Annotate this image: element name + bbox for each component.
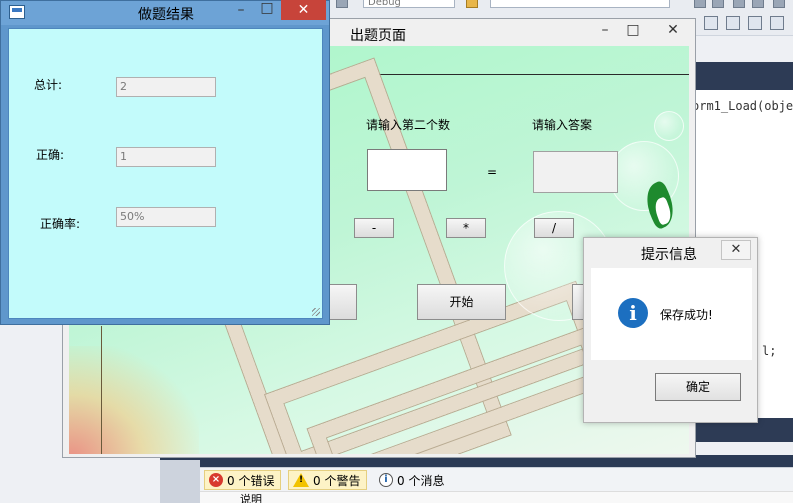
errors-filter[interactable]: × 0 个错误: [204, 470, 282, 490]
warnings-filter[interactable]: ! 0 个警告: [288, 470, 368, 490]
second-number-input[interactable]: [367, 149, 447, 191]
code-line: orm1_Load(object: [692, 99, 793, 113]
rate-label: 正确率:: [40, 217, 81, 231]
toolbar-icon[interactable]: [752, 0, 764, 8]
multiply-button[interactable]: *: [446, 218, 486, 238]
uncomment-icon[interactable]: [770, 16, 784, 30]
total-label: 总计:: [34, 78, 63, 92]
error-icon: ×: [209, 473, 223, 487]
info-icon: i: [618, 298, 648, 328]
decor-line: [101, 326, 102, 454]
answer-label: 请输入答案: [532, 118, 593, 132]
decor-bubble: [654, 111, 684, 141]
dialog-message: 保存成功!: [660, 308, 713, 322]
correct-value-field[interactable]: 1: [116, 147, 216, 167]
close-button[interactable]: ✕: [281, 0, 326, 20]
column-description[interactable]: 说明: [240, 491, 262, 503]
folder-icon[interactable]: [466, 0, 478, 8]
result-window-title: 做题结果: [138, 7, 194, 23]
rate-value-field[interactable]: 50%: [116, 207, 216, 227]
config-combo[interactable]: Debug: [363, 0, 455, 8]
minimize-button[interactable]: –: [591, 19, 619, 41]
divide-button[interactable]: /: [534, 218, 574, 238]
toolbar-icon[interactable]: [694, 0, 706, 8]
toolbar-icon[interactable]: [336, 0, 348, 8]
messages-filter[interactable]: i 0 个消息: [374, 470, 451, 490]
message-dialog: 提示信息 ✕ i 保存成功! 确定: [583, 237, 758, 423]
correct-label: 正确:: [36, 148, 65, 162]
maximize-button[interactable]: □: [253, 0, 281, 19]
second-number-label: 请输入第二个数: [366, 118, 451, 132]
result-titlebar[interactable]: 做题结果 – □ ✕: [1, 0, 329, 25]
panel-side-strip: [160, 460, 200, 503]
close-button[interactable]: ✕: [653, 19, 693, 41]
indent-icon[interactable]: [704, 16, 718, 30]
minimize-button[interactable]: –: [227, 0, 255, 21]
start-button[interactable]: 开始: [417, 284, 506, 320]
maximize-button[interactable]: □: [619, 19, 647, 41]
answer-input[interactable]: [533, 151, 618, 193]
error-list-toolbar: × 0 个错误 ! 0 个警告 i 0 个消息: [200, 467, 793, 491]
editor-tab-strip: [688, 62, 793, 90]
outdent-icon[interactable]: [726, 16, 740, 30]
app-window-icon[interactable]: [9, 5, 25, 19]
total-value-field[interactable]: 2: [116, 77, 216, 97]
dialog-title: 提示信息: [641, 247, 697, 263]
background-glow: [69, 346, 199, 454]
info-icon: i: [379, 473, 393, 487]
find-combo[interactable]: [490, 0, 670, 8]
toolbar-icon[interactable]: [733, 0, 745, 8]
close-button[interactable]: ✕: [721, 240, 751, 260]
minus-button[interactable]: -: [354, 218, 394, 238]
ide-toolbar-row: [696, 12, 793, 36]
code-line-tail: l;: [762, 344, 777, 358]
result-client-area: 总计: 2 正确: 1 正确率: 50%: [8, 28, 323, 319]
result-window: 做题结果 – □ ✕ 总计: 2 正确: 1 正确率: 50%: [0, 0, 330, 325]
resize-grip[interactable]: [312, 308, 320, 316]
equals-sign: =: [487, 165, 498, 179]
ok-button[interactable]: 确定: [655, 373, 741, 401]
error-list-header: 说明: [200, 491, 793, 503]
dialog-body: i 保存成功!: [591, 268, 752, 360]
warnings-label: 0 个警告: [313, 473, 361, 488]
toolbar-icon[interactable]: [773, 0, 785, 8]
errors-label: 0 个错误: [227, 473, 275, 488]
comment-icon[interactable]: [748, 16, 762, 30]
toolbar-icon[interactable]: [712, 0, 724, 8]
quiz-window-title: 出题页面: [350, 28, 406, 44]
messages-label: 0 个消息: [397, 473, 445, 488]
warning-icon: !: [293, 473, 309, 487]
